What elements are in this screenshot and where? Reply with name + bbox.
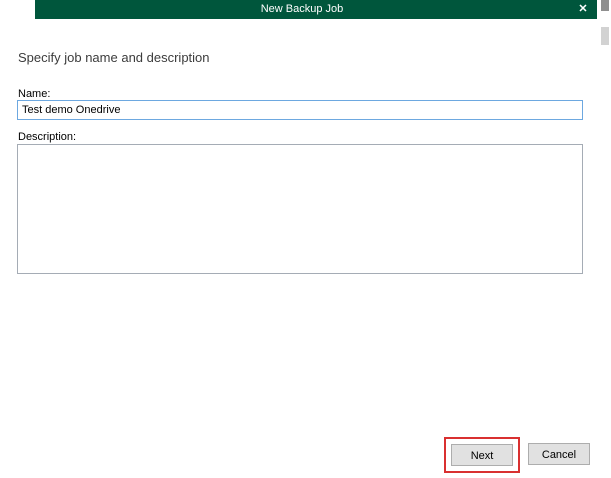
job-name-input[interactable] (17, 100, 583, 120)
dialog-titlebar: New Backup Job ✕ (35, 0, 597, 19)
page-title: Specify job name and description (18, 50, 210, 65)
cancel-button[interactable]: Cancel (528, 443, 590, 465)
job-description-textarea[interactable] (17, 144, 583, 274)
name-label: Name: (18, 88, 51, 100)
background-scrollbar-fragment-top (601, 0, 609, 11)
red-highlight-annotation: Next (444, 437, 520, 473)
next-button[interactable]: Next (451, 444, 513, 466)
close-icon[interactable]: ✕ (569, 0, 597, 19)
background-scrollbar-fragment-mid (601, 27, 609, 45)
dialog-title: New Backup Job (260, 3, 344, 15)
description-label: Description: (18, 131, 77, 143)
